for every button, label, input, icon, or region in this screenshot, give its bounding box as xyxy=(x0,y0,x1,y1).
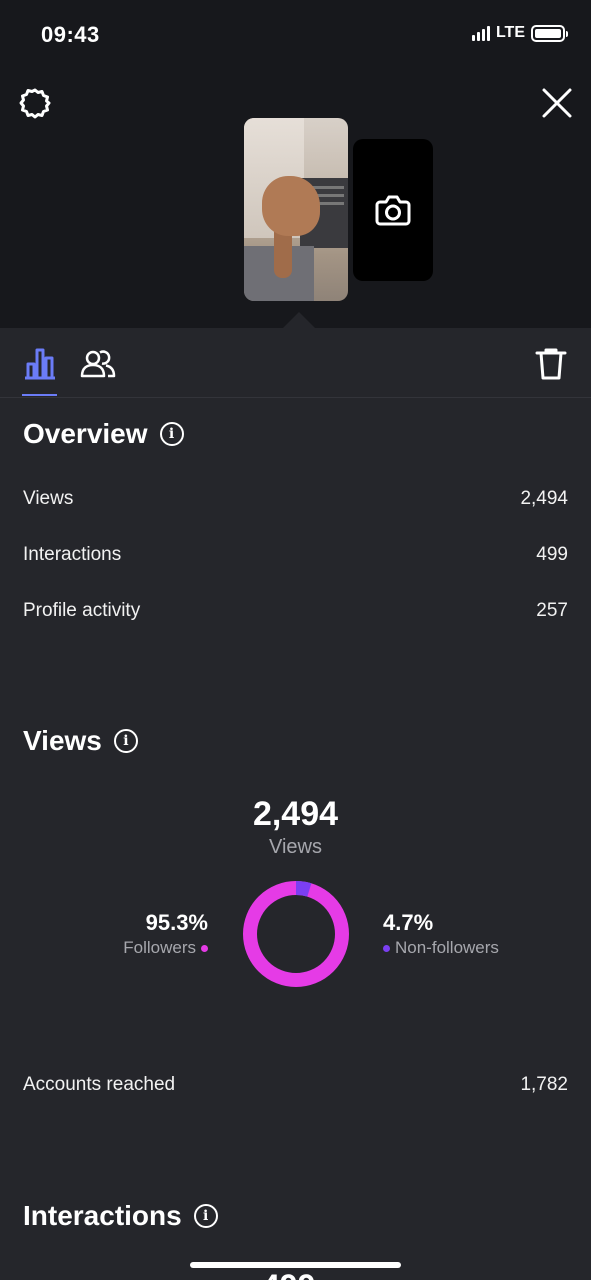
non-followers-dot-icon xyxy=(383,944,390,952)
row-label: Accounts reached xyxy=(23,1074,176,1095)
battery-icon xyxy=(531,24,568,42)
story-preview-header: 09:43 LTE xyxy=(0,0,591,328)
views-total-label: Views xyxy=(269,836,322,858)
people-icon[interactable] xyxy=(80,346,116,380)
row-label: Views xyxy=(23,488,74,509)
row-value: 499 xyxy=(536,544,568,565)
active-tab-indicator xyxy=(22,394,57,396)
info-icon[interactable]: i xyxy=(159,422,184,446)
overview-heading: Overview i xyxy=(23,418,184,450)
donut-followers-segment xyxy=(243,881,349,987)
status-indicators: LTE xyxy=(471,24,568,42)
info-icon[interactable]: i xyxy=(113,729,138,753)
trash-icon[interactable] xyxy=(534,346,568,380)
row-label: Profile activity xyxy=(23,600,141,621)
followers-label: Followers xyxy=(123,938,196,957)
followers-percent: 95.3% xyxy=(145,910,208,935)
camera-icon xyxy=(375,195,411,226)
overview-row-interactions: Interactions 499 xyxy=(23,544,568,566)
signal-icon xyxy=(471,25,490,41)
home-indicator[interactable] xyxy=(190,1262,401,1268)
add-story-card[interactable] xyxy=(353,139,433,281)
row-value: 2,494 xyxy=(520,488,568,509)
followers-stat: 95.3% Followers xyxy=(123,910,208,958)
gear-icon[interactable] xyxy=(18,86,52,120)
insights-tabbar xyxy=(0,328,591,398)
accounts-reached-row: Accounts reached 1,782 xyxy=(23,1074,568,1096)
row-value: 257 xyxy=(536,600,568,621)
story-thumbnail[interactable] xyxy=(244,118,348,301)
views-total: 2,494 xyxy=(252,795,339,833)
interactions-title: Interactions xyxy=(23,1200,182,1231)
non-followers-label: Non-followers xyxy=(395,938,499,957)
non-followers-percent: 4.7% xyxy=(383,910,434,935)
overview-title: Overview xyxy=(23,418,148,449)
views-title: Views xyxy=(23,725,102,756)
interactions-heading: Interactions i xyxy=(23,1200,218,1232)
overview-row-profile-activity: Profile activity 257 xyxy=(23,600,568,622)
row-value: 1,782 xyxy=(520,1074,568,1095)
row-label: Interactions xyxy=(23,544,122,565)
views-donut-chart xyxy=(243,881,349,987)
network-type: LTE xyxy=(495,24,525,41)
non-followers-stat: 4.7% Non-followers xyxy=(383,910,499,958)
overview-row-views: Views 2,494 xyxy=(23,488,568,510)
views-heading: Views i xyxy=(23,725,138,757)
close-icon[interactable] xyxy=(540,86,574,120)
info-icon[interactable]: i xyxy=(193,1204,218,1228)
followers-dot-icon xyxy=(201,944,208,952)
interactions-total-peek: 499 xyxy=(262,1268,315,1280)
bar-chart-icon[interactable] xyxy=(22,346,58,380)
status-time: 09:43 xyxy=(41,22,100,47)
